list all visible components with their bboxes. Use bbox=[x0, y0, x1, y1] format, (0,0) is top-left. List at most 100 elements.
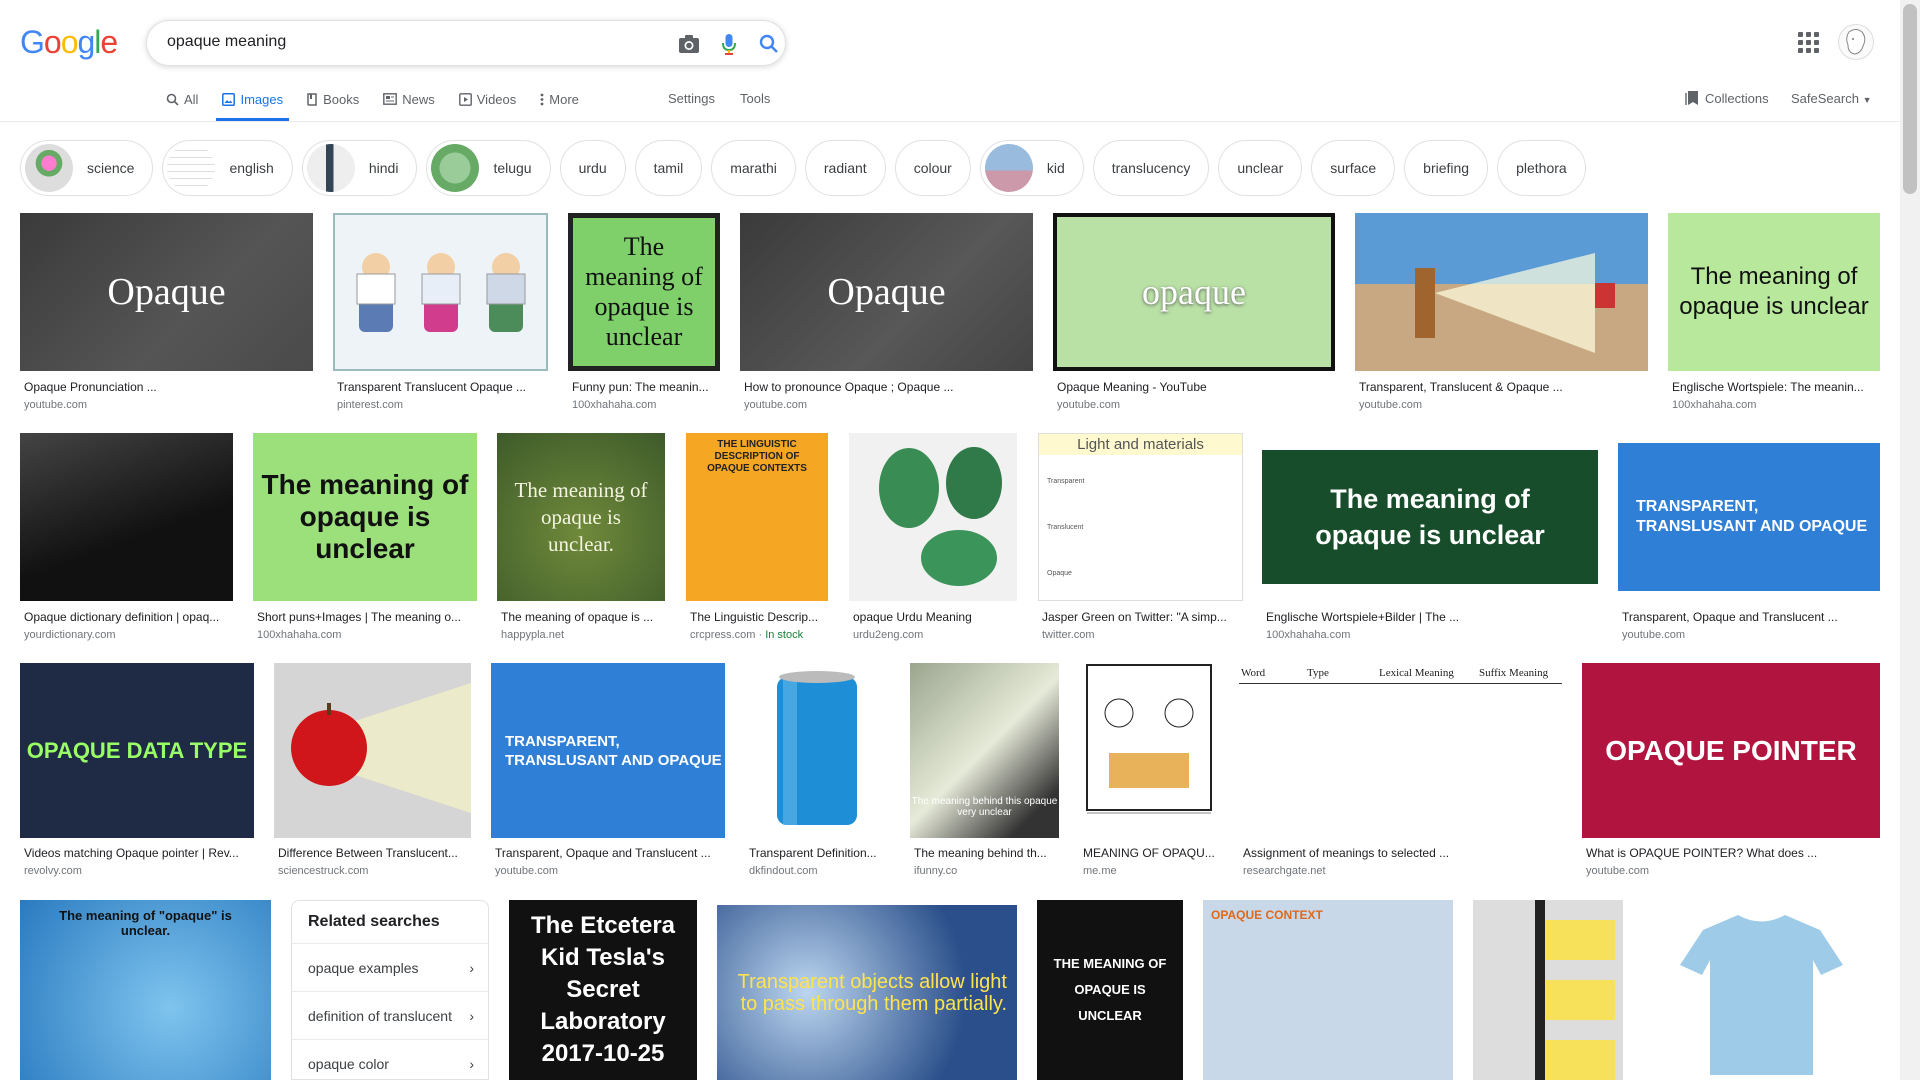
chip-plethora[interactable]: plethora bbox=[1497, 140, 1586, 196]
chip-label: surface bbox=[1330, 160, 1377, 176]
related-item[interactable]: opaque color › bbox=[292, 1039, 488, 1080]
chip-label: kid bbox=[1046, 160, 1065, 176]
chip-translucency[interactable]: translucency bbox=[1092, 140, 1210, 196]
chip-science[interactable]: science bbox=[20, 140, 154, 196]
logo-letter: e bbox=[100, 24, 118, 60]
image-result[interactable]: Transparent Translucent Opaque ... pinte… bbox=[333, 213, 548, 413]
chip-tamil[interactable]: tamil bbox=[634, 140, 703, 196]
result-caption: The meaning behind th... bbox=[914, 846, 1047, 860]
image-result[interactable]: Transparent objects allow light to pass … bbox=[717, 905, 1017, 1080]
image-result[interactable]: The meaning of opaque is unclear. The me… bbox=[497, 433, 665, 643]
result-thumbnail: OPAQUE POINTER bbox=[1582, 663, 1880, 838]
chip-colour[interactable]: colour bbox=[894, 140, 971, 196]
image-result[interactable]: Opaque How to pronounce Opaque ; Opaque … bbox=[740, 213, 1033, 413]
image-result[interactable]: The meaning of "opaque" is unclear. bbox=[20, 900, 271, 1080]
tools-link[interactable]: Tools bbox=[740, 91, 770, 106]
image-result[interactable]: opaque Urdu Meaning urdu2eng.com bbox=[849, 433, 1017, 643]
table-header: Suffix Meaning bbox=[1479, 667, 1549, 679]
chip-label: marathi bbox=[730, 160, 777, 176]
image-result[interactable]: The meaning behind this opaque very uncl… bbox=[910, 663, 1059, 880]
result-thumbnail: The meaning behind this opaque very uncl… bbox=[910, 663, 1059, 838]
related-item[interactable]: definition of translucent › bbox=[292, 991, 488, 1039]
chip-english[interactable]: english bbox=[162, 140, 293, 196]
image-result[interactable]: Difference Between Translucent... scienc… bbox=[274, 663, 471, 880]
result-caption: Short puns+Images | The meaning o... bbox=[257, 610, 462, 624]
result-source: youtube.com bbox=[1057, 399, 1120, 411]
camera-icon[interactable] bbox=[677, 32, 701, 56]
image-result[interactable]: THE MEANING OF OPAQUE IS UNCLEAR bbox=[1037, 900, 1183, 1080]
result-caption: Transparent, Opaque and Translucent ... bbox=[495, 846, 711, 860]
image-result[interactable]: Transparent, Translucent & Opaque ... yo… bbox=[1355, 213, 1648, 413]
result-caption: Transparent Translucent Opaque ... bbox=[337, 380, 526, 394]
tab-more[interactable]: More bbox=[540, 88, 579, 110]
image-result[interactable]: TRANSPARENT, TRANSLUSANT AND OPAQUE Tran… bbox=[1618, 433, 1880, 643]
image-result[interactable]: The meaning of opaque is unclear Englisc… bbox=[1668, 213, 1880, 413]
avatar[interactable] bbox=[1838, 24, 1874, 60]
related-label: opaque examples bbox=[308, 959, 419, 976]
apps-grid-icon[interactable] bbox=[1796, 30, 1820, 54]
image-result[interactable]: The meaning of opaque is unclear Funny p… bbox=[568, 213, 720, 413]
image-result[interactable]: opaque Opaque Meaning - YouTube youtube.… bbox=[1053, 213, 1335, 413]
image-result[interactable]: The meaning of opaque is unclear Englisc… bbox=[1262, 433, 1598, 643]
image-result[interactable]: OPAQUE CONTEXT bbox=[1203, 900, 1453, 1080]
chip-unclear[interactable]: unclear bbox=[1218, 140, 1303, 196]
chip-briefing[interactable]: briefing bbox=[1404, 140, 1489, 196]
image-result[interactable]: Transparent Definition... dkfindout.com bbox=[745, 663, 890, 880]
result-caption: How to pronounce Opaque ; Opaque ... bbox=[744, 380, 954, 394]
tab-videos[interactable]: Videos bbox=[458, 88, 516, 110]
chip-label: science bbox=[87, 160, 135, 176]
chip-label: english bbox=[229, 160, 274, 176]
image-result[interactable]: THE LINGUISTIC DESCRIPTION OF OPAQUE CON… bbox=[686, 433, 828, 643]
chip-urdu[interactable]: urdu bbox=[559, 140, 626, 196]
chip-kid[interactable]: kid bbox=[979, 140, 1084, 196]
image-result[interactable]: Light and materials Transparent Transluc… bbox=[1038, 433, 1243, 643]
image-result[interactable]: OPAQUE DATA TYPE Videos matching Opaque … bbox=[20, 663, 254, 880]
search-input[interactable] bbox=[167, 33, 647, 51]
image-result[interactable] bbox=[1643, 900, 1880, 1080]
settings-link[interactable]: Settings bbox=[668, 91, 715, 106]
result-caption: Englische Wortspiele+Bilder | The ... bbox=[1266, 610, 1460, 624]
image-result[interactable]: OPAQUE POINTER What is OPAQUE POINTER? W… bbox=[1582, 663, 1880, 880]
collections-link[interactable]: Collections bbox=[1685, 90, 1769, 106]
chip-hindi[interactable]: hindi bbox=[301, 140, 418, 196]
tab-images[interactable]: Images bbox=[216, 88, 289, 121]
result-source: researchgate.net bbox=[1243, 865, 1326, 877]
chip-marathi[interactable]: marathi bbox=[711, 140, 796, 196]
image-result[interactable]: Opaque Opaque Pronunciation ... youtube.… bbox=[20, 213, 313, 413]
result-thumbnail: The meaning of opaque is unclear. bbox=[497, 433, 665, 601]
result-caption: Funny pun: The meanin... bbox=[572, 380, 709, 394]
tab-books[interactable]: Books bbox=[307, 88, 359, 110]
chip-surface[interactable]: surface bbox=[1311, 140, 1396, 196]
result-caption: Transparent, Translucent & Opaque ... bbox=[1359, 380, 1563, 394]
search-box bbox=[146, 20, 786, 66]
related-item[interactable]: opaque examples › bbox=[292, 943, 488, 991]
result-caption: What is OPAQUE POINTER? What does ... bbox=[1586, 846, 1818, 860]
search-icon[interactable] bbox=[757, 32, 781, 56]
google-logo[interactable]: Google bbox=[20, 24, 118, 61]
image-result[interactable] bbox=[1473, 900, 1623, 1080]
tab-all[interactable]: All bbox=[166, 88, 198, 110]
result-thumbnail bbox=[1473, 900, 1623, 1080]
chip-radiant[interactable]: radiant bbox=[804, 140, 886, 196]
chip-thumbnail bbox=[431, 144, 480, 192]
chip-telugu[interactable]: telugu bbox=[426, 140, 551, 196]
result-caption: Transparent Definition... bbox=[749, 846, 877, 860]
result-source: 100xhahaha.com bbox=[1672, 399, 1757, 411]
image-icon bbox=[222, 92, 236, 106]
image-result[interactable]: The meaning of opaque is unclear Short p… bbox=[253, 433, 477, 643]
chip-thumbnail bbox=[306, 144, 355, 192]
image-result[interactable]: MEANING OF OPAQU... me.me bbox=[1079, 663, 1219, 880]
image-result[interactable]: The Etcetera Kid Tesla's Secret Laborato… bbox=[509, 900, 697, 1080]
result-caption: Jasper Green on Twitter: "A simp... bbox=[1042, 610, 1227, 624]
image-result[interactable]: TRANSPARENT, TRANSLUSANT AND OPAQUE Tran… bbox=[491, 663, 725, 880]
result-thumbnail: The meaning of opaque is unclear bbox=[568, 213, 720, 371]
result-source: youtube.com bbox=[1359, 399, 1422, 411]
tab-news[interactable]: News bbox=[383, 88, 435, 110]
scrollbar-thumb[interactable] bbox=[1903, 4, 1917, 194]
safesearch-toggle[interactable]: SafeSearch ▼ bbox=[1791, 91, 1871, 106]
image-result[interactable]: Word Type Lexical Meaning Suffix Meaning… bbox=[1239, 663, 1562, 880]
image-result[interactable]: Opaque dictionary definition | opaq... y… bbox=[20, 433, 233, 643]
mic-icon[interactable] bbox=[717, 32, 741, 56]
chip-thumbnail bbox=[167, 144, 216, 192]
chip-label: translucency bbox=[1111, 160, 1191, 176]
